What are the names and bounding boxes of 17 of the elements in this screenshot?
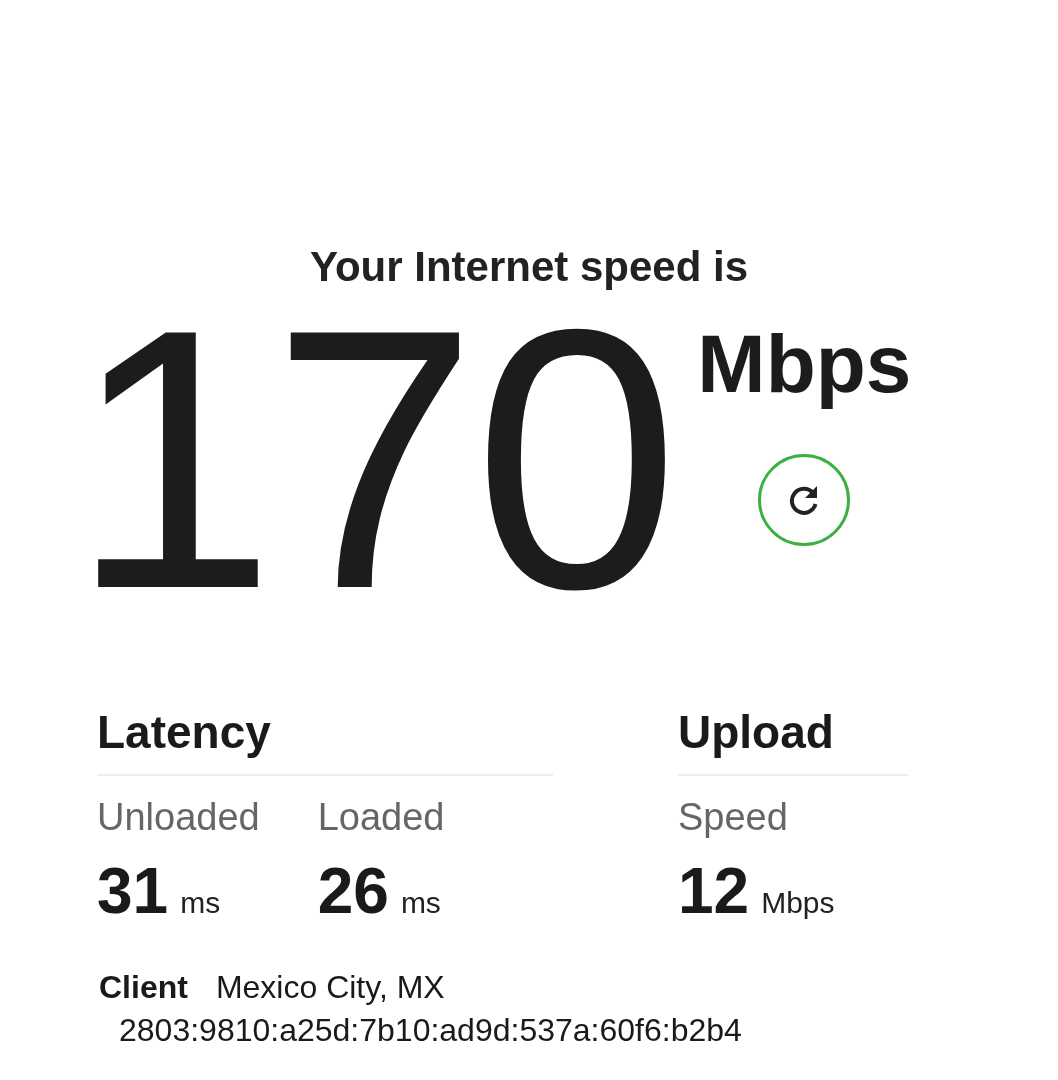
speed-value: 170: [70, 294, 676, 624]
metric-unit: ms: [400, 886, 441, 919]
section-title: Latency: [97, 702, 553, 776]
speed-heading: Your Internet speed is: [309, 242, 749, 292]
metric-value: 31: [97, 855, 169, 927]
metric-value: 26: [317, 855, 389, 927]
metric-label: Unloaded: [97, 795, 260, 840]
client-location: Mexico City, MX: [215, 969, 445, 1005]
metric-label: Speed: [678, 795, 789, 840]
client-address: 2803:9810:a25d:7b10:ad9d:537a:60f6:b2b4: [119, 1011, 743, 1050]
metric-value: 12: [678, 855, 750, 927]
speed-unit: Mbps: [697, 317, 912, 411]
section-title: Upload: [678, 702, 908, 776]
metric-label: Loaded: [317, 795, 445, 840]
metric-unit: Mbps: [761, 886, 835, 919]
metric-unit: ms: [180, 886, 221, 919]
client-label: Client: [99, 969, 188, 1005]
